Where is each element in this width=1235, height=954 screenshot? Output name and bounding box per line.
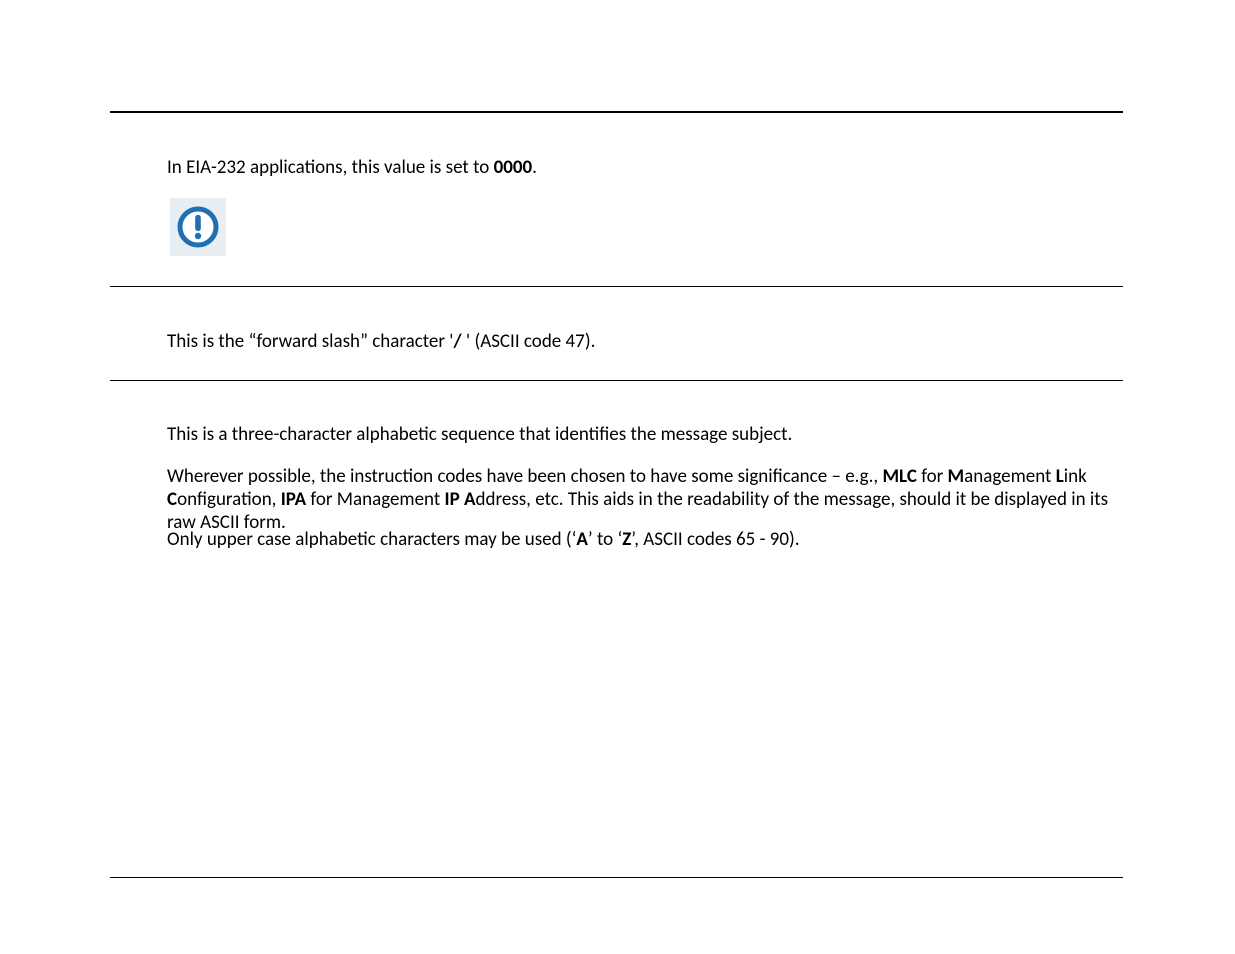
bold-a: A [576, 528, 588, 551]
paragraph-instruction-code-examples: Wherever possible, the instruction codes… [167, 465, 1123, 535]
text-run: This is a three-character alphabetic seq… [167, 423, 792, 446]
paragraph-eia232: In EIA-232 applications, this value is s… [167, 156, 1123, 179]
bold-l: L [1056, 465, 1064, 488]
text-run: onfiguration, [177, 488, 281, 511]
horizontal-rule [110, 286, 1123, 287]
alert-icon-box [170, 198, 226, 256]
bold-slash: / [453, 330, 461, 353]
bold-mlc: MLC [882, 465, 916, 488]
bold-ip-a: IP A [445, 488, 476, 511]
text-run: ' (ASCII code 47). [462, 330, 596, 353]
text-run: for [917, 465, 948, 488]
bold-m: M [948, 465, 965, 488]
bold-value: 0000 [494, 156, 533, 179]
bold-ipa: IPA [281, 488, 306, 511]
text-run: Wherever possible, the instruction codes… [167, 465, 882, 488]
text-run: for Management [306, 488, 444, 511]
bold-z: Z [622, 528, 631, 551]
text-run: ’ to ‘ [588, 528, 622, 551]
paragraph-instruction-code-intro: This is a three-character alphabetic seq… [167, 423, 1123, 446]
bold-c: C [167, 488, 177, 511]
document-page: In EIA-232 applications, this value is s… [0, 0, 1235, 954]
text-run: . [532, 156, 537, 179]
text-run: ’, ASCII codes 65 - 90). [631, 528, 799, 551]
paragraph-uppercase-rule: Only upper case alphabetic characters ma… [167, 528, 1123, 551]
text-run: In EIA-232 applications, this value is s… [167, 156, 494, 179]
horizontal-rule [110, 877, 1123, 878]
alert-circle-icon [176, 205, 220, 249]
horizontal-rule [110, 380, 1123, 381]
text-run: anagement [964, 465, 1056, 488]
paragraph-forward-slash: This is the “forward slash” character '/… [167, 330, 1123, 353]
horizontal-rule [110, 111, 1123, 113]
text-run: This is the “forward slash” character ' [167, 330, 453, 353]
text-run: ink [1064, 465, 1087, 488]
text-run: Only upper case alphabetic characters ma… [167, 528, 576, 551]
